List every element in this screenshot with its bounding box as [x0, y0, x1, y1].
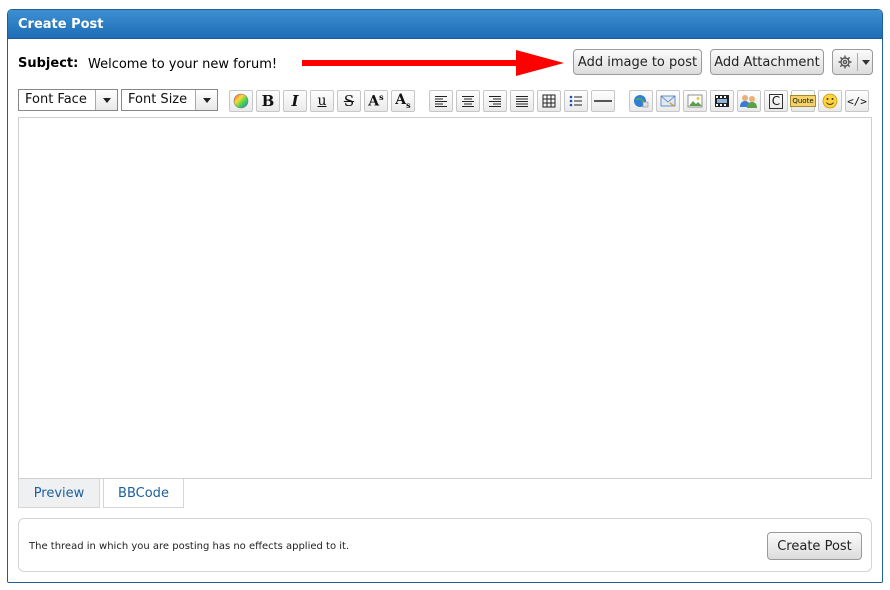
video-icon — [715, 95, 729, 107]
justify-icon — [516, 96, 528, 107]
smiley-icon — [822, 93, 838, 109]
horizontal-rule-icon — [594, 100, 612, 102]
italic-icon: I — [291, 92, 299, 110]
insert-code-button[interactable]: C — [764, 90, 788, 112]
red-arrow-annotation — [302, 50, 564, 76]
subject-label: Subject: — [18, 56, 79, 71]
add-image-button[interactable]: Add image to post — [573, 49, 702, 75]
bold-button[interactable]: B — [256, 90, 280, 112]
source-mode-button[interactable]: </> — [845, 90, 869, 112]
thread-effects-note: The thread in which you are posting has … — [29, 541, 350, 552]
italic-button[interactable]: I — [283, 90, 307, 112]
strikethrough-button[interactable]: S — [337, 90, 361, 112]
insert-link-button[interactable] — [629, 90, 653, 112]
insert-quote-button[interactable]: Quote — [790, 90, 816, 112]
align-center-icon — [462, 96, 474, 107]
table-button[interactable] — [537, 90, 561, 112]
font-size-select[interactable]: Font Size — [121, 89, 218, 111]
subscript-button[interactable]: As — [391, 90, 415, 112]
tab-preview-label: Preview — [33, 485, 85, 501]
email-icon — [660, 95, 676, 107]
superscript-button[interactable]: As — [364, 90, 388, 112]
chevron-down-icon — [195, 90, 217, 110]
font-size-value: Font Size — [128, 92, 188, 107]
underline-icon: u — [317, 93, 327, 109]
add-attachment-button[interactable]: Add Attachment — [710, 49, 824, 75]
source-icon: </> — [847, 94, 867, 108]
align-right-icon — [489, 96, 501, 107]
panel-title: Create Post — [18, 17, 104, 32]
bullet-list-button[interactable] — [564, 90, 588, 112]
font-face-select[interactable]: Font Face — [18, 89, 118, 111]
color-icon — [233, 93, 249, 109]
footer-box: The thread in which you are posting has … — [18, 518, 872, 572]
settings-dropdown-button[interactable] — [832, 49, 873, 75]
user-mention-icon — [740, 95, 757, 108]
quote-icon: Quote — [790, 95, 816, 107]
panel-header: Create Post — [8, 10, 882, 39]
subscript-icon: As — [395, 92, 411, 110]
gear-icon — [838, 55, 852, 69]
horizontal-rule-button[interactable] — [591, 90, 615, 112]
bold-icon: B — [261, 92, 275, 110]
insert-smiley-button[interactable] — [818, 90, 842, 112]
insert-video-button[interactable] — [710, 90, 734, 112]
image-icon — [687, 94, 703, 108]
insert-email-button[interactable] — [656, 90, 680, 112]
align-right-button[interactable] — [483, 90, 507, 112]
insert-image-button[interactable] — [683, 90, 707, 112]
code-icon: C — [768, 93, 784, 109]
underline-button[interactable]: u — [310, 90, 334, 112]
bullet-list-icon — [569, 95, 582, 107]
create-post-panel: Create Post Subject: Welcome to your new… — [7, 9, 883, 583]
justify-button[interactable] — [510, 90, 534, 112]
subject-value[interactable]: Welcome to your new forum! — [88, 57, 277, 72]
editor-textarea[interactable] — [18, 117, 872, 479]
font-face-value: Font Face — [25, 92, 87, 107]
align-left-icon — [435, 96, 447, 107]
superscript-icon: As — [368, 92, 384, 110]
table-icon — [542, 94, 556, 108]
chevron-down-icon — [862, 60, 870, 65]
align-center-button[interactable] — [456, 90, 480, 112]
chevron-down-icon — [95, 90, 117, 110]
text-color-button[interactable] — [229, 90, 253, 112]
link-icon — [634, 95, 649, 108]
align-left-button[interactable] — [429, 90, 453, 112]
mention-user-button[interactable] — [737, 90, 761, 112]
strikethrough-icon: S — [343, 92, 355, 110]
tab-preview[interactable]: Preview — [18, 479, 100, 508]
create-post-button[interactable]: Create Post — [767, 532, 862, 560]
tab-bbcode[interactable]: BBCode — [103, 479, 184, 508]
tab-bbcode-label: BBCode — [118, 485, 169, 501]
